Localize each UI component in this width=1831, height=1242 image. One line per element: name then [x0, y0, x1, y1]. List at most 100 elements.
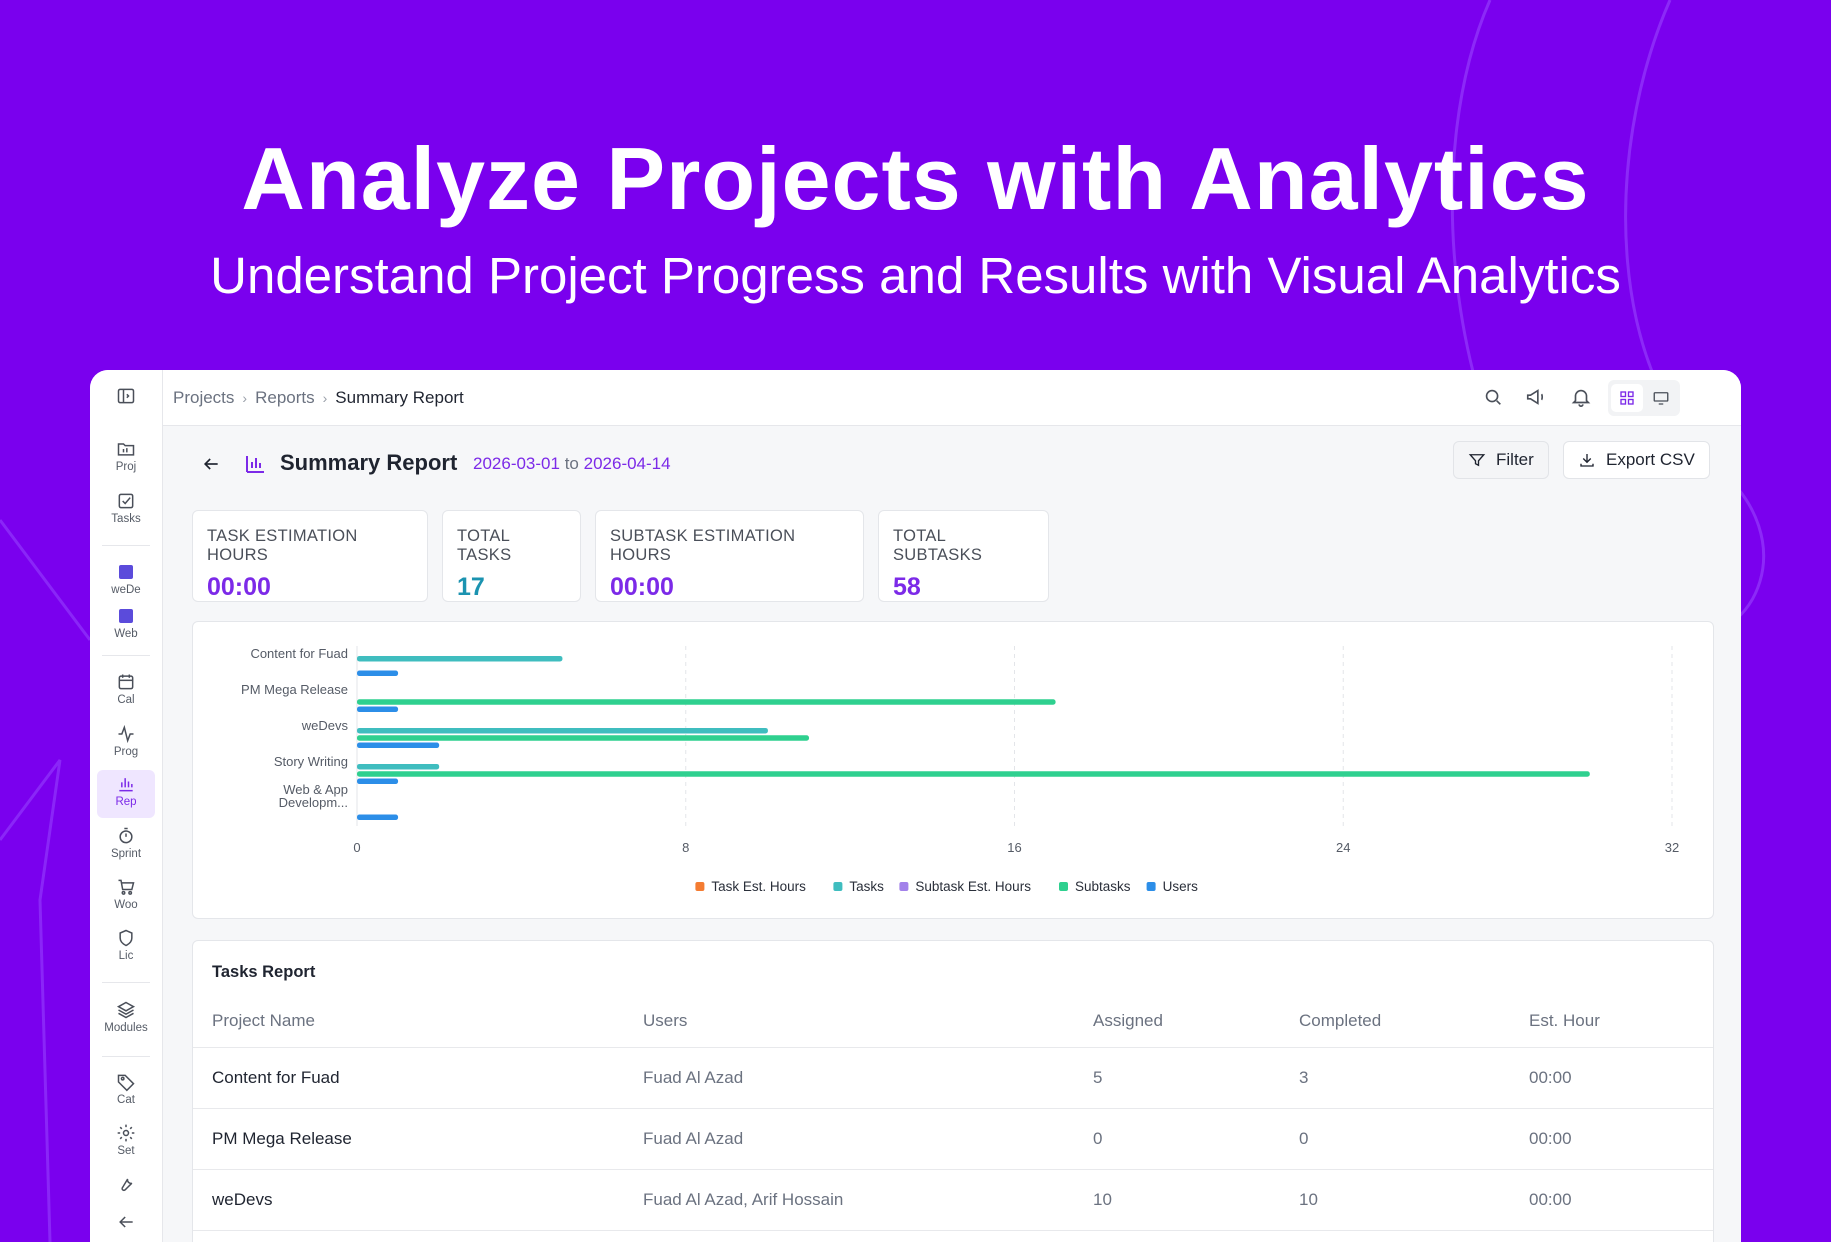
announcements-button[interactable]	[1525, 386, 1547, 408]
bell-icon	[1571, 389, 1591, 407]
y-category-label: PM Mega Release	[241, 682, 348, 697]
legend-label: Task Est. Hours	[711, 879, 806, 894]
column-header-assigned[interactable]: Assigned	[1093, 1011, 1163, 1031]
sidebar-item-cat[interactable]: Cat	[97, 1068, 155, 1116]
cell-users: Fuad Al Azad	[643, 1068, 744, 1087]
table-row[interactable]	[193, 1230, 1713, 1242]
sidebar-item-web[interactable]: Web	[97, 600, 155, 648]
megaphone-icon	[1526, 389, 1544, 405]
bar-users	[357, 742, 440, 749]
stat-task-estimation-hours: TASK ESTIMATION HOURS 00:00	[192, 510, 428, 602]
cell-assigned: 5	[1093, 1068, 1103, 1087]
folder-icon	[117, 443, 135, 456]
sidebar-collapse-button[interactable]	[97, 1208, 155, 1242]
grid-view-button[interactable]	[1611, 384, 1643, 412]
search-button[interactable]	[1482, 386, 1504, 408]
sidebar-item-label: Woo	[114, 899, 138, 911]
cell-est-hour: 00:00	[1529, 1129, 1572, 1148]
y-category-label: Story Writing	[274, 754, 348, 769]
sidebar-item-rep[interactable]: Rep	[97, 770, 155, 818]
sidebar-item-prog[interactable]: Prog	[97, 720, 155, 768]
summary-bar-chart: 0 8 16 24 32 Content for Fuad PM Mega Release w…	[241, 646, 1679, 894]
sidebar-item-modules[interactable]: Modules	[97, 996, 155, 1044]
sidebar-item-label: Modules	[104, 1022, 148, 1034]
tasks-report-title: Tasks Report	[212, 963, 316, 981]
y-category-label: Developm...	[279, 795, 348, 810]
sidebar-item-set[interactable]: Set	[97, 1119, 155, 1167]
date-range[interactable]: 2026-03-01 to 2026-04-14	[473, 454, 671, 474]
legend-swatch	[833, 882, 843, 891]
notifications-button[interactable]	[1570, 386, 1592, 408]
stat-label: TOTAL SUBTASKS	[893, 527, 983, 564]
stat-total-tasks: TOTAL TASKS 17	[442, 510, 581, 602]
stat-label: TASK ESTIMATION HOURS	[207, 527, 358, 564]
x-tick-label: 24	[1336, 840, 1350, 855]
breadcrumb-projects[interactable]: Projects	[173, 388, 234, 408]
column-header-users[interactable]: Users	[643, 1011, 687, 1031]
stat-label: TOTAL TASKS	[457, 527, 512, 564]
cell-assigned: 0	[1093, 1129, 1103, 1148]
sidebar-item-label: Proj	[115, 461, 137, 473]
filter-button[interactable]: Filter	[1453, 441, 1549, 479]
column-header-project-name[interactable]: Project Name	[212, 1011, 315, 1031]
sidebar-item-label: Set	[117, 1145, 135, 1157]
arrow-left-icon	[203, 458, 218, 470]
grid-icon	[1620, 391, 1634, 405]
column-header-est-hour[interactable]: Est. Hour	[1529, 1011, 1600, 1031]
cell-project-name: PM Mega Release	[212, 1129, 352, 1148]
legend-label: Subtask Est. Hours	[915, 879, 1031, 894]
sidebar-item-tasks[interactable]: Tasks	[97, 487, 155, 535]
tasks-report-card: Tasks Report Project Name Users Assigned…	[192, 940, 1714, 1242]
sidebar-item-label: Cal	[117, 694, 135, 706]
legend-label: Tasks	[849, 879, 884, 894]
back-button[interactable]	[201, 454, 223, 476]
top-bar: Projects › Reports › Summary Report	[163, 370, 1741, 426]
sidebar-item-label: Tasks	[111, 513, 141, 525]
x-tick-label: 32	[1665, 840, 1679, 855]
sidebar-item-lic[interactable]: Lic	[97, 924, 155, 972]
sidebar-divider	[102, 545, 150, 546]
legend-swatch	[1146, 882, 1156, 891]
bar-users	[357, 706, 399, 713]
view-toggle	[1608, 380, 1680, 416]
date-from: 2026-03-01	[473, 454, 560, 473]
sidebar-divider	[102, 982, 150, 983]
legend-label: Users	[1163, 879, 1199, 894]
breadcrumb-reports[interactable]: Reports	[255, 388, 315, 408]
cell-assigned: 10	[1093, 1190, 1112, 1209]
sidebar-item-woo[interactable]: Woo	[97, 873, 155, 921]
sidebar-divider	[102, 1056, 150, 1057]
export-csv-button[interactable]: Export CSV	[1563, 441, 1710, 479]
x-tick-label: 8	[682, 840, 689, 855]
bar-subtasks	[357, 771, 1590, 777]
desktop-view-button[interactable]	[1645, 384, 1677, 412]
sidebar-divider	[102, 655, 150, 656]
wrench-icon	[121, 1178, 133, 1192]
hero-title: Analyze Projects with Analytics	[241, 129, 1590, 228]
cell-project-name: Content for Fuad	[212, 1068, 340, 1087]
sidebar-item-cal[interactable]: Cal	[97, 668, 155, 716]
chevron-right-icon: ›	[242, 390, 248, 406]
sidebar-item-label: Web	[114, 628, 138, 640]
legend-swatch	[695, 882, 705, 891]
stat-total-subtasks: TOTAL SUBTASKS 58	[878, 510, 1049, 602]
stat-value: 58	[893, 573, 921, 601]
sidebar-item-sprint[interactable]: Sprint	[97, 822, 155, 870]
stat-label: SUBTASK ESTIMATION HOURS	[610, 527, 796, 564]
table-row[interactable]: Content for Fuad Fuad Al Azad 5 3 00:00	[193, 1047, 1713, 1108]
export-label: Export CSV	[1606, 450, 1695, 469]
date-separator: to	[564, 454, 579, 473]
breadcrumb: Projects › Reports › Summary Report	[173, 388, 464, 408]
sidebar-item-wede[interactable]: weDe	[97, 556, 155, 604]
legend-label: Subtasks	[1075, 879, 1131, 894]
sidebar-item-proj[interactable]: Proj	[97, 435, 155, 483]
sidebar-item-label: Lic	[118, 950, 134, 962]
sidebar-toggle[interactable]	[97, 382, 155, 430]
shield-icon	[119, 929, 133, 947]
cell-completed: 10	[1299, 1190, 1318, 1209]
stat-value: 17	[457, 573, 485, 601]
table-row[interactable]: PM Mega Release Fuad Al Azad 0 0 00:00	[193, 1108, 1713, 1169]
table-row[interactable]: weDevs Fuad Al Azad, Arif Hossain 10 10 …	[193, 1169, 1713, 1230]
stat-subtask-estimation-hours: SUBTASK ESTIMATION HOURS 00:00	[595, 510, 864, 602]
column-header-completed[interactable]: Completed	[1299, 1011, 1381, 1031]
